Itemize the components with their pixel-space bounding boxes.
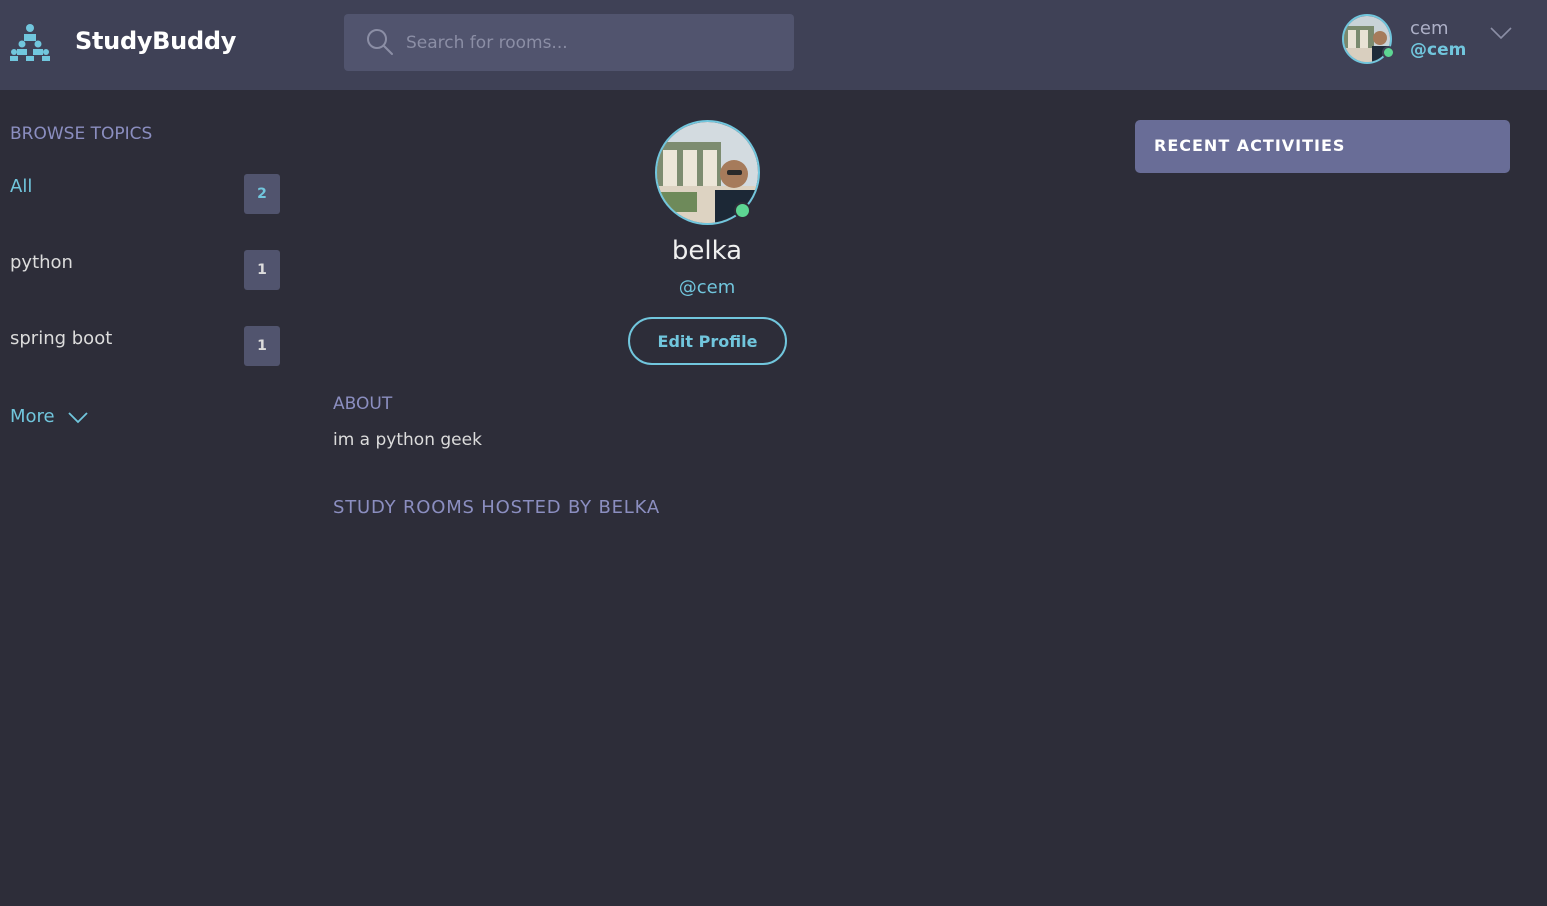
- about-text: im a python geek: [333, 430, 482, 450]
- topic-item-all[interactable]: All 2: [10, 174, 282, 214]
- user-name: cem: [1410, 18, 1449, 39]
- search-icon: [367, 29, 393, 55]
- online-status-indicator: [734, 202, 751, 219]
- studybuddy-logo-icon[interactable]: [8, 22, 52, 62]
- profile-name: belka: [671, 236, 743, 266]
- chevron-down-icon[interactable]: [1490, 26, 1512, 40]
- browse-topics-heading: BROWSE TOPICS: [10, 124, 153, 144]
- brand-name[interactable]: StudyBuddy: [75, 27, 236, 55]
- recent-activities-panel: RECENT ACTIVITIES: [1135, 120, 1510, 173]
- topic-item-python[interactable]: python 1: [10, 250, 282, 290]
- user-menu[interactable]: cem @cem: [1340, 12, 1520, 68]
- edit-profile-button[interactable]: Edit Profile: [628, 317, 787, 365]
- chevron-down-icon: [68, 412, 88, 424]
- profile-handle: @cem: [678, 277, 736, 298]
- online-status-indicator: [1382, 46, 1395, 59]
- topic-label: All: [10, 176, 33, 197]
- topic-count-badge: 1: [244, 326, 280, 366]
- topic-label: spring boot: [10, 328, 113, 349]
- topic-count-badge: 1: [244, 250, 280, 290]
- top-navbar: StudyBuddy cem @cem: [0, 0, 1547, 90]
- recent-activities-heading: RECENT ACTIVITIES: [1154, 136, 1346, 155]
- search-bar[interactable]: [344, 14, 794, 71]
- user-handle: @cem: [1410, 40, 1467, 60]
- search-input[interactable]: [406, 14, 786, 71]
- topic-item-spring-boot[interactable]: spring boot 1: [10, 326, 282, 366]
- topic-label: python: [10, 252, 73, 273]
- topic-count-badge: 2: [244, 174, 280, 214]
- more-topics-link[interactable]: More: [10, 406, 88, 427]
- more-label: More: [10, 406, 55, 427]
- hosted-rooms-heading: STUDY ROOMS HOSTED BY BELKA: [333, 497, 661, 518]
- about-heading: ABOUT: [333, 394, 393, 414]
